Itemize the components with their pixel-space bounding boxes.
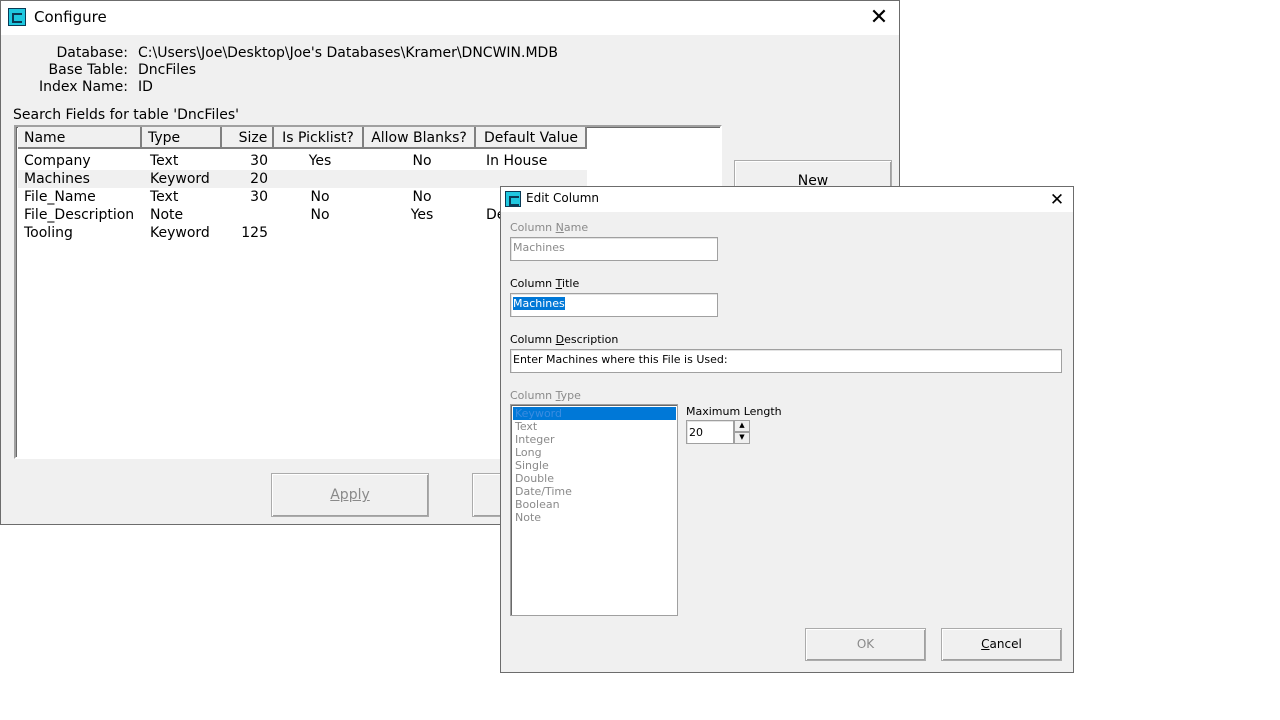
- column-description-field[interactable]: Enter Machines where this File is Used:: [510, 349, 1062, 373]
- label-accel: D: [555, 333, 565, 346]
- label-part: ype: [560, 389, 581, 402]
- cell-type: Text: [150, 153, 179, 169]
- list-item-text[interactable]: Text: [513, 420, 676, 433]
- cell-default: In House: [486, 153, 548, 169]
- cell-name: Machines: [24, 171, 90, 187]
- base-table-label: Base Table:: [48, 62, 128, 78]
- column-header-size[interactable]: Size: [222, 127, 274, 149]
- cancel-label-accel: C: [981, 637, 990, 651]
- label-part: ame: [563, 221, 589, 234]
- app-icon: [8, 8, 26, 26]
- cancel-button[interactable]: Cancel: [941, 628, 1062, 661]
- edit-column-dialog: Edit Column ✕ Column Name Machines Colum…: [500, 186, 1074, 673]
- max-length-label: Maximum Length: [686, 405, 782, 418]
- cell-size: 30: [250, 153, 268, 169]
- cell-type: Note: [150, 207, 184, 223]
- label-part: Column: [510, 389, 556, 402]
- configure-title: Configure: [34, 8, 107, 26]
- cell-allow-blanks: No: [412, 153, 432, 169]
- table-row[interactable]: Company Text 30 Yes No In House: [18, 152, 587, 170]
- cell-name: Tooling: [24, 225, 73, 241]
- max-length-input[interactable]: 20: [686, 420, 734, 444]
- column-type-list[interactable]: Keyword Text Integer Long Single Double …: [510, 404, 678, 616]
- column-description-label: Column Description: [510, 333, 618, 346]
- cell-allow-blanks: No: [412, 189, 432, 205]
- cell-name: Company: [24, 153, 91, 169]
- edit-column-titlebar[interactable]: Edit Column ✕: [501, 187, 1073, 212]
- edit-column-title: Edit Column: [526, 191, 600, 205]
- label-accel: N: [555, 221, 564, 234]
- cell-allow-blanks: Yes: [410, 207, 434, 223]
- cell-size: 20: [250, 171, 268, 187]
- column-title-label: Column Title: [510, 277, 579, 290]
- cell-name: File_Name: [24, 189, 96, 205]
- column-header-name[interactable]: Name: [18, 127, 142, 149]
- column-title-value: Machines: [513, 297, 565, 310]
- cancel-label-part: ancel: [989, 637, 1022, 651]
- database-label: Database:: [56, 45, 128, 61]
- index-name-value: ID: [138, 79, 153, 95]
- column-header-picklist[interactable]: Is Picklist?: [274, 127, 364, 149]
- column-name-field[interactable]: Machines: [510, 237, 718, 261]
- close-icon[interactable]: ✕: [867, 7, 891, 29]
- label-part: itle: [562, 277, 580, 290]
- index-name-label: Index Name:: [38, 79, 128, 95]
- cell-type: Keyword: [150, 171, 210, 187]
- column-title-field[interactable]: Machines: [510, 293, 718, 317]
- close-icon[interactable]: ✕: [1047, 189, 1067, 211]
- list-item-integer[interactable]: Integer: [513, 433, 676, 446]
- column-header-allow-blanks[interactable]: Allow Blanks?: [364, 127, 476, 149]
- column-type-label: Column Type: [510, 389, 581, 402]
- column-header-default-value[interactable]: Default Value: [476, 127, 587, 149]
- list-item-note[interactable]: Note: [513, 511, 676, 524]
- label-part: escription: [564, 333, 619, 346]
- list-item-boolean[interactable]: Boolean: [513, 498, 676, 511]
- list-item-keyword[interactable]: Keyword: [513, 407, 676, 420]
- base-table-value: DncFiles: [138, 62, 197, 78]
- cell-picklist: No: [310, 207, 330, 223]
- cell-type: Text: [150, 189, 179, 205]
- column-header-type[interactable]: Type: [142, 127, 222, 149]
- list-item-double[interactable]: Double: [513, 472, 676, 485]
- list-item-long[interactable]: Long: [513, 446, 676, 459]
- cell-type: Keyword: [150, 225, 210, 241]
- app-icon: [505, 191, 521, 207]
- apply-button-label: Apply: [330, 487, 370, 503]
- column-name-label: Column Name: [510, 221, 588, 234]
- label-part: Column: [510, 277, 556, 290]
- cell-name: File_Description: [24, 207, 135, 223]
- cell-size: 30: [250, 189, 268, 205]
- ok-button[interactable]: OK: [805, 628, 926, 661]
- ok-button-label: OK: [856, 637, 875, 651]
- cell-picklist: Yes: [308, 153, 332, 169]
- list-item-datetime[interactable]: Date/Time: [513, 485, 676, 498]
- label-part: Column: [510, 333, 556, 346]
- spin-up-button[interactable]: ▲: [734, 420, 750, 432]
- search-fields-label: Search Fields for table 'DncFiles': [13, 107, 239, 123]
- apply-button[interactable]: Apply: [271, 473, 429, 517]
- spin-down-button[interactable]: ▼: [734, 432, 750, 444]
- list-item-single[interactable]: Single: [513, 459, 676, 472]
- cell-picklist: No: [310, 189, 330, 205]
- label-part: Column: [510, 221, 556, 234]
- configure-titlebar[interactable]: Configure ✕: [1, 1, 899, 35]
- cell-size: 125: [241, 225, 268, 241]
- database-value: C:\Users\Joe\Desktop\Joe's Databases\Kra…: [138, 45, 558, 61]
